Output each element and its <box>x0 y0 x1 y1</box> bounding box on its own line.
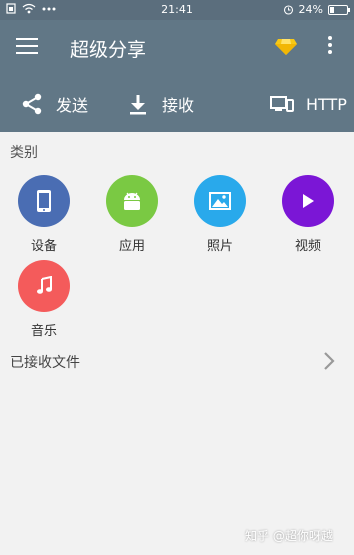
play-icon <box>303 194 314 208</box>
received-files-row[interactable]: 已接收文件 <box>0 345 354 377</box>
category-device-label: 设备 <box>30 239 57 254</box>
category-music-circle <box>18 260 70 312</box>
image-icon <box>209 192 231 210</box>
receive-button[interactable]: 接收 <box>126 92 194 116</box>
category-device-circle <box>18 175 70 227</box>
alarm-icon <box>283 5 293 15</box>
android-icon <box>124 192 140 210</box>
phone-icon <box>37 190 51 212</box>
music-note-icon <box>37 276 52 294</box>
app-bar: 超级分享 发送 接收 HTTP <box>0 20 354 132</box>
http-button[interactable]: HTTP <box>270 92 347 116</box>
category-photos[interactable]: 照片 <box>185 175 255 254</box>
category-videos-label: 视频 <box>294 239 321 254</box>
overflow-menu-icon[interactable] <box>324 36 336 58</box>
battery-icon <box>328 4 350 15</box>
category-videos-circle <box>282 175 334 227</box>
download-icon <box>130 95 146 115</box>
app-title: 超级分享 <box>70 39 147 61</box>
devices-icon <box>270 96 294 112</box>
battery-percent: 24% <box>298 3 323 16</box>
category-photos-circle <box>194 175 246 227</box>
category-music[interactable]: 音乐 <box>9 260 79 339</box>
watermark: 知乎 @超你呀越 <box>245 529 333 543</box>
send-button[interactable]: 发送 <box>20 92 88 116</box>
category-music-label: 音乐 <box>30 324 57 339</box>
premium-gem-icon[interactable] <box>274 38 298 56</box>
category-apps[interactable]: 应用 <box>97 175 167 254</box>
category-apps-circle <box>106 175 158 227</box>
category-device[interactable]: 设备 <box>9 175 79 254</box>
status-bar: 21:41 24% <box>0 0 354 20</box>
share-icon <box>22 93 42 115</box>
send-label: 发送 <box>56 96 89 115</box>
menu-icon[interactable] <box>16 38 38 58</box>
category-apps-label: 应用 <box>118 239 145 254</box>
received-files-label: 已接收文件 <box>10 355 80 371</box>
http-label: HTTP <box>306 94 347 114</box>
category-videos[interactable]: 视频 <box>273 175 343 254</box>
chevron-right-icon <box>324 352 335 370</box>
categories-heading: 类别 <box>10 145 38 161</box>
receive-label: 接收 <box>162 96 195 115</box>
category-photos-label: 照片 <box>206 239 233 254</box>
